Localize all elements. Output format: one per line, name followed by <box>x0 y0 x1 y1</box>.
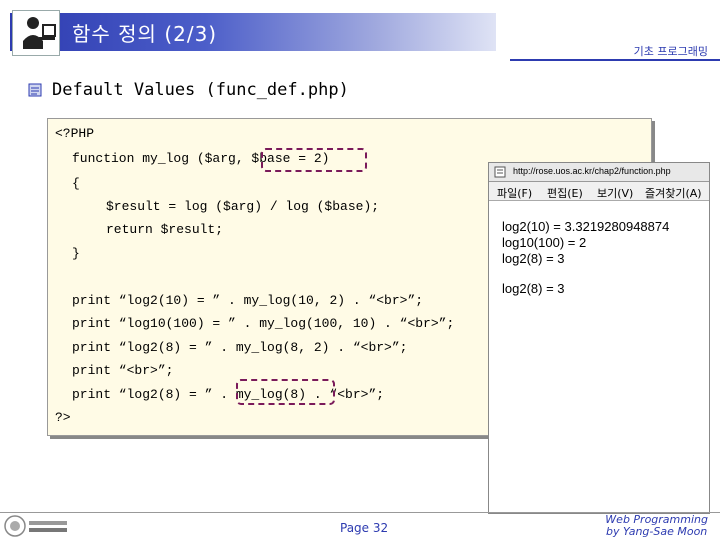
page-number: Page 32 <box>340 521 389 535</box>
menu-edit[interactable]: 편집(E) <box>547 185 583 201</box>
slide-title: 함수 정의 (2/3) <box>72 22 218 46</box>
code-line-print-4: print “<br>”; <box>72 363 174 378</box>
code-line-brace-open: { <box>72 176 80 191</box>
code-line-brace-close: } <box>72 246 80 261</box>
menu-view[interactable]: 보기(V) <box>597 185 633 201</box>
code-line-result: $result = log ($arg) / log ($base); <box>106 199 380 214</box>
address-bar[interactable]: http://rose.uos.ac.kr/chap2/function.php <box>489 163 709 182</box>
course-name: 기초 프로그래밍 <box>633 45 708 58</box>
header-divider <box>510 59 720 61</box>
footer-credit: Web Programming by Yang-Sae Moon <box>605 514 708 538</box>
code-line-php-open: <?PHP <box>55 126 95 141</box>
menu-favorites[interactable]: 즐겨찾기(A) <box>645 185 702 201</box>
code-line-print-5: print “log2(8) = ” . my_log(8) . “<br>”; <box>72 387 385 402</box>
output-line-3: log2(8) = 3 <box>502 251 565 266</box>
code-line-print-2: print “log10(100) = ” . my_log(100, 10) … <box>72 316 455 331</box>
address-url: http://rose.uos.ac.kr/chap2/function.php <box>513 166 671 176</box>
code-line-print-1: print “log2(10) = ” . my_log(10, 2) . “<… <box>72 293 424 308</box>
browser-window: http://rose.uos.ac.kr/chap2/function.php… <box>488 162 710 514</box>
code-line-return: return $result; <box>106 222 224 237</box>
university-logo-icon <box>4 515 67 537</box>
bullet-icon <box>28 83 42 97</box>
default-call-highlight <box>236 379 335 405</box>
output-line-4: log2(8) = 3 <box>502 281 565 296</box>
default-param-highlight <box>261 148 367 172</box>
code-line-php-close: ?> <box>55 410 71 425</box>
page-icon <box>494 166 506 178</box>
person-at-computer-icon <box>12 10 60 56</box>
output-line-1: log2(10) = 3.3219280948874 <box>502 219 670 234</box>
code-line-print-3: print “log2(8) = ” . my_log(8, 2) . “<br… <box>72 340 408 355</box>
footer-author: by Yang-Sae Moon <box>606 525 708 538</box>
output-line-2: log10(100) = 2 <box>502 235 587 250</box>
section-heading: Default Values (func_def.php) <box>52 80 349 100</box>
menu-file[interactable]: 파일(F) <box>497 185 532 201</box>
browser-menu-bar: 파일(F) 편집(E) 보기(V) 즐겨찾기(A) <box>489 182 709 201</box>
